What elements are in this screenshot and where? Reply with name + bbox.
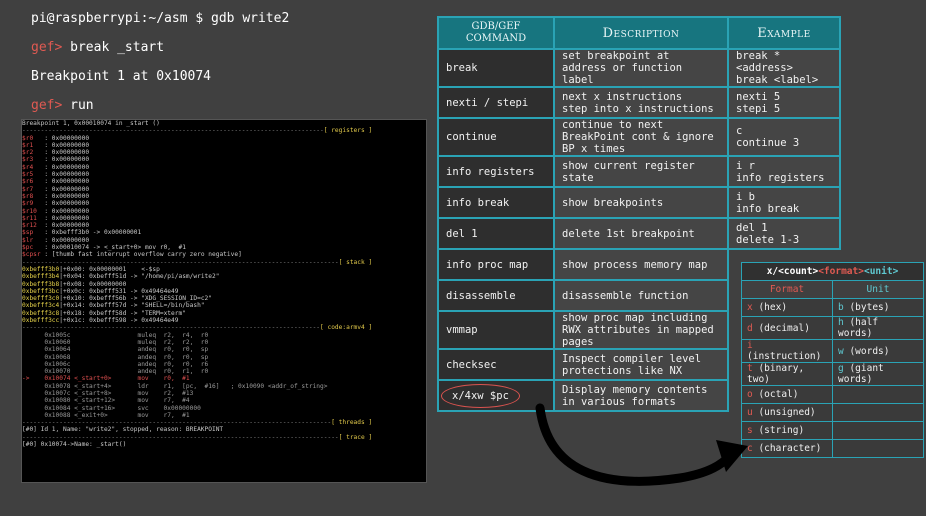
curved-arrow-icon: [535, 403, 748, 486]
